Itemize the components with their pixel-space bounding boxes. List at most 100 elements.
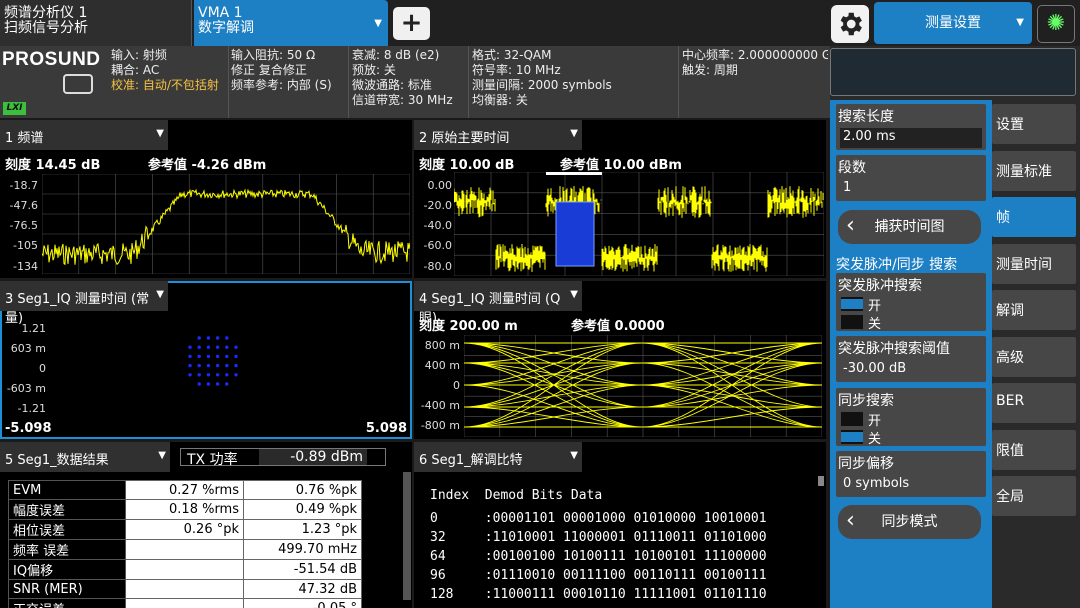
spectrum-pane[interactable]: 1 频谱 ▼ 刻度 14.45 dB 参考值 -4.26 dBm -18.7 -… [0,120,412,278]
pane-title-eye[interactable]: 4 Seg1_IQ 测量时间 (Q眼) ▼ [414,281,582,326]
constellation-point [197,382,201,386]
gear-icon [840,12,862,36]
sync-offset-input[interactable]: 0 symbols [840,475,982,495]
menu-item[interactable]: 全局 [992,476,1076,516]
constellation-point [206,363,211,368]
results-cell-label: 频率 误差 [8,539,126,560]
chevron-down-icon: ▼ [570,450,578,461]
y-tick: 0.00 [427,179,453,192]
table-row: 幅度误差 0.18 %rms 0.49 %pk [8,499,362,520]
frequency-info[interactable]: 中心频率: 2.000000000 G 触发: 周期 [682,48,828,78]
raw-time-line [454,186,824,272]
divider [468,46,469,118]
results-cell-v2: 47.32 dB [243,579,362,599]
pane-title-spectrum[interactable]: 1 频谱 ▼ [0,120,168,150]
capture-time-button[interactable]: ‹ 捕获时间图 [838,210,981,244]
tab-app-line2: 扫频信号分析 [4,20,88,36]
constellation-point [197,336,201,340]
sync-search-toggle[interactable]: 同步搜索 开 关 [836,388,986,447]
menu-item[interactable]: 测量时间 [992,243,1076,284]
constellation-point [188,345,192,349]
segments-control[interactable]: 段数 1 [836,155,986,201]
sync-mode-button[interactable]: ‹ 同步模式 [838,505,981,539]
pane-title-raw-time[interactable]: 2 原始主要时间 ▼ [414,120,582,150]
scale-readout: 刻度 14.45 dB [5,158,101,173]
constellation-point [215,345,220,349]
scrollbar[interactable] [818,476,824,486]
pane-title-bits[interactable]: 6 Seg1_解调比特 ▼ [414,442,582,472]
burst-threshold-control[interactable]: 突发脉冲搜索阈值 -30.00 dB [836,336,986,382]
pane-title-text: 2 原始主要时间 [419,131,510,146]
constellation-plot [188,336,238,386]
burst-threshold-input[interactable]: -30.00 dB [840,360,982,380]
eye-diagram-pane[interactable]: 4 Seg1_IQ 测量时间 (Q眼) ▼ 刻度 200.00 m 参考值 0.… [414,281,826,439]
menu-item[interactable]: 限值 [992,429,1076,470]
menu-item[interactable]: 测量标准 [992,150,1076,191]
tab-app-line1: 频谱分析仪 1 [4,5,88,21]
menu-item[interactable]: BER [992,383,1076,423]
constellation-point [197,373,201,377]
sync-offset-control[interactable]: 同步偏移 0 symbols [836,451,986,497]
y-tick: -40.0 [423,219,452,232]
constellation-point [197,354,201,359]
y-tick: 0 [453,379,460,392]
bits-row: 32 :11010001 11000001 01110011 01101000 [430,530,767,545]
results-cell-label: IQ偏移 [8,559,126,580]
constellation-point [225,382,229,386]
pane-title-constellation[interactable]: 3 Seg1_IQ 测量时间 (常量) ▼ [0,281,168,326]
burst-search-off[interactable]: 关 [838,313,984,332]
tab-spectrum-analyzer[interactable]: 频谱分析仪 1 扫频信号分析 [0,0,192,46]
raw-time-pane[interactable]: 2 原始主要时间 ▼ 刻度 10.00 dB 参考值 10.00 dBm 0.0… [414,120,826,278]
menu-item[interactable]: 解调 [992,290,1076,330]
sync-search-on[interactable]: 开 [838,410,984,429]
sweep-status-icon[interactable]: ✺ [1037,5,1075,43]
menu-item[interactable]: 高级 [992,336,1076,377]
remote-message-icon[interactable] [63,74,93,94]
results-cell-v1 [125,539,244,560]
on-label: 开 [868,414,882,429]
input-info[interactable]: 输入: 射频 耦合: AC 校准: 自动/不包括射 [111,48,219,93]
logo-area: PROSUND LXI [0,46,110,118]
search-length-control[interactable]: 搜索长度 2.00 ms [836,104,986,150]
measurement-setup-label: 测量设置 [925,15,981,31]
results-cell-v2: 0.76 %pk [243,480,362,500]
bits-header: Index Demod Bits Data [430,488,603,503]
results-cell-v1 [125,579,244,599]
tab-vma[interactable]: VMA 1 数字解调 ▼ [194,0,388,46]
table-row: SNR (MER) 47.32 dB [8,579,362,599]
info-input: 输入: 射频 [111,48,167,62]
tx-power-label: TX 功率 [187,452,238,468]
attenuation-info[interactable]: 衰减: 8 dB (e2) 预放: 关 微波通路: 标准 信道带宽: 30 MH… [352,48,453,108]
menu-item[interactable]: 帧 [992,197,1076,237]
info-bar: PROSUND LXI 输入: 射频 耦合: AC 校准: 自动/不包括射 输入… [0,46,830,118]
sync-search-off[interactable]: 关 [838,428,984,447]
burst-search-on[interactable]: 开 [838,295,984,314]
menu-item[interactable]: 设置 [992,104,1076,144]
results-cell-label: SNR (MER) [8,579,126,599]
info-freq-ref: 频率参考: 内部 (S) [231,78,332,92]
info-mw-path: 微波通路: 标准 [352,78,432,92]
pane-title-results[interactable]: 5 Seg1_数据结果 ▼ [0,442,170,472]
constellation-point [206,373,211,377]
info-symbol-rate: 符号率: 10 MHz [472,63,561,77]
scrollbar[interactable] [403,472,411,600]
settings-button[interactable] [831,5,869,43]
constellation-point [188,354,192,359]
constellation-point [188,373,192,377]
eye-diagram-trace [464,335,822,437]
results-cell-v1: 0.27 %rms [125,480,244,500]
results-cell-v2: 0.49 %pk [243,499,362,520]
segments-input[interactable]: 1 [840,179,982,199]
add-window-button[interactable]: + [393,7,430,40]
constellation-point [206,345,211,349]
iq-constellation-pane[interactable]: 3 Seg1_IQ 测量时间 (常量) ▼ 1.21 603 m 0 -603 … [0,281,412,439]
measurement-setup-menu[interactable]: 测量设置 ▼ [874,2,1032,44]
format-info[interactable]: 格式: 32-QAM 符号率: 10 MHz 测量间隔: 2000 symbol… [472,48,612,108]
search-length-input[interactable]: 2.00 ms [840,128,982,148]
impedance-info[interactable]: 输入阻抗: 50 Ω 修正 复合修正 频率参考: 内部 (S) [231,48,332,93]
results-cell-v2: -0.05 ° [243,598,362,608]
y-tick: -80.0 [423,260,452,273]
burst-search-toggle[interactable]: 突发脉冲搜索 开 关 [836,273,986,332]
info-equalizer: 均衡器: 关 [472,93,528,107]
softkey-panel-header [830,48,1076,96]
